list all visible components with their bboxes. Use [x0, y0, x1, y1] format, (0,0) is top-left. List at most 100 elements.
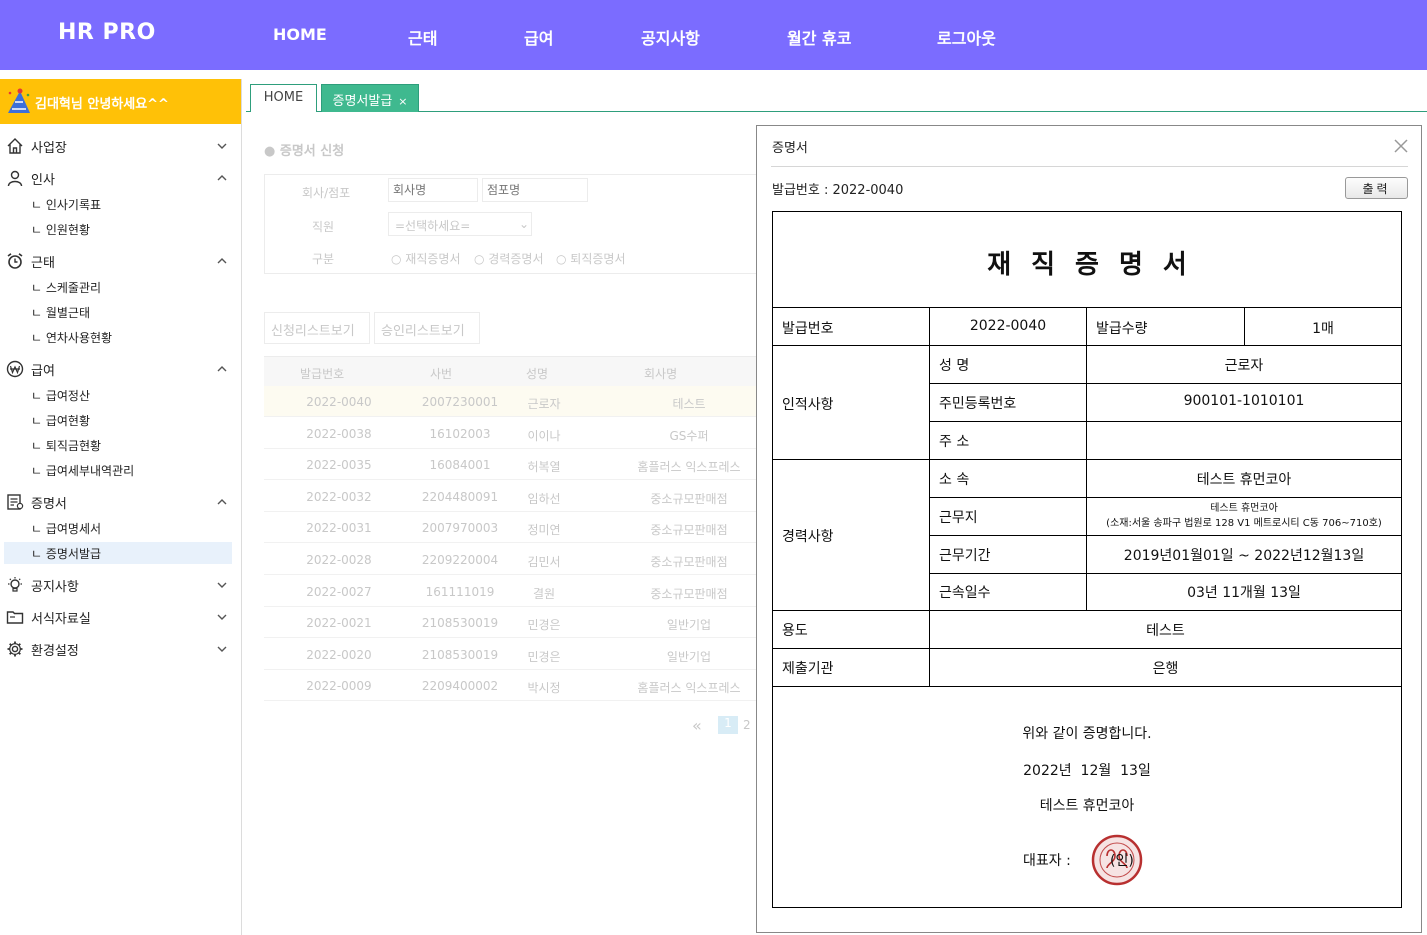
radio-retirement[interactable]: ○ 퇴직증명서: [556, 250, 626, 267]
table-row[interactable]: 2022-0031 2007970003 정미연 중소규모판매점: [264, 512, 764, 544]
issue-qty-label: 발급수량: [1096, 321, 1148, 337]
dept-value: 테스트 휴먼코아: [1196, 472, 1292, 488]
sidebar-menu-hr[interactable]: 인사: [0, 165, 242, 191]
sidebar-item-label: ㄴ 급여현황: [31, 414, 91, 428]
request-list-button[interactable]: 신청리스트보기: [264, 312, 370, 344]
sidebar-item-payroll-settlement[interactable]: ㄴ 급여정산: [0, 384, 242, 406]
sidebar-item-certificate-issue[interactable]: ㄴ 증명서발급: [4, 542, 232, 564]
table-cell: 민경은: [527, 649, 561, 664]
table-cell: 2209400002: [421, 679, 499, 694]
sidebar-menu-payroll[interactable]: 급여: [0, 356, 242, 382]
table-rule: [929, 573, 1401, 574]
sidebar-item-label: ㄴ 퇴직금현황: [31, 439, 102, 453]
table-cell: 테스트: [672, 397, 706, 411]
table-row[interactable]: 2022-0009 2209400002 박시정 홈플러스 익스프레스: [264, 670, 764, 702]
sidebar-item-label: ㄴ 증명서발급: [31, 547, 102, 561]
sidebar-item-headcount[interactable]: ㄴ 인원현황: [0, 218, 242, 240]
sidebar-menu-notice[interactable]: 공지사항: [0, 572, 242, 598]
table-cell: 16084001: [429, 458, 491, 473]
representative-label: 대표자 :: [1023, 853, 1071, 869]
close-icon[interactable]: [1393, 138, 1409, 154]
sidebar-item-monthly-attendance[interactable]: ㄴ 월별근태: [0, 301, 242, 323]
table-row[interactable]: 2022-0040 2007230001 근로자 테스트: [264, 386, 764, 417]
close-icon[interactable]: ×: [398, 95, 407, 108]
sidebar-item-hr-record[interactable]: ㄴ 인사기록표: [0, 193, 242, 215]
sidebar-menu-workplace[interactable]: 사업장: [0, 133, 242, 159]
table-cell: 이이나: [527, 428, 561, 443]
pagination-prev[interactable]: «: [692, 716, 702, 735]
certificate-icon: [7, 494, 24, 510]
purpose-label: 용도: [782, 623, 808, 639]
print-button[interactable]: 출력: [1345, 177, 1408, 199]
sidebar-menu-forms-library[interactable]: 서식자료실: [0, 604, 242, 630]
nav-home[interactable]: HOME: [273, 25, 327, 44]
tab-label: HOME: [263, 90, 304, 105]
sidebar-item-label: ㄴ 인원현황: [31, 223, 91, 237]
sidebar-item-severance[interactable]: ㄴ 퇴직금현황: [0, 434, 242, 456]
table-row[interactable]: 2022-0035 16084001 허복열 홈플러스 익스프레스: [264, 449, 764, 481]
radio-employment[interactable]: ○ 재직증명서: [391, 250, 461, 267]
column-header: 사번: [430, 367, 453, 381]
approval-list-button[interactable]: 승인리스트보기: [374, 312, 480, 344]
table-rule: [929, 421, 1401, 422]
table-row[interactable]: 2022-0021 2108530019 민경은 일반기업: [264, 607, 764, 639]
purpose-value: 테스트: [1146, 623, 1185, 639]
table-cell: 16102003: [429, 426, 491, 441]
nav-notice[interactable]: 공지사항: [641, 25, 700, 49]
button-label: 승인리스트보기: [381, 324, 465, 339]
radio-career[interactable]: ○ 경력증명서: [474, 250, 544, 267]
table-row[interactable]: 2022-0032 2204480091 임하선 중소규모판매점: [264, 481, 764, 512]
tab-certificate-issue[interactable]: 증명서발급 ×: [321, 84, 419, 112]
pagination-next[interactable]: 2: [743, 718, 751, 732]
sidebar-item-annual-leave[interactable]: ㄴ 연차사용현황: [0, 326, 242, 348]
sidebar-menu-label: 증명서: [31, 497, 67, 512]
sidebar-item-schedule[interactable]: ㄴ 스케줄관리: [0, 276, 242, 298]
table-cell: 2209220004: [421, 553, 499, 567]
tab-home[interactable]: HOME: [250, 84, 317, 112]
sidebar-menu-certificate[interactable]: 증명서: [0, 489, 242, 515]
table-row[interactable]: 2022-0020 2108530019 민경은 일반기업: [264, 639, 764, 670]
chevron-down-icon: [217, 582, 227, 588]
lightbulb-icon: [8, 577, 22, 592]
workplace-label: 근무지: [939, 510, 978, 526]
table-cell: 박시정: [527, 681, 561, 696]
radio-label: 경력증명서: [488, 252, 544, 266]
sidebar-item-label: ㄴ 연차사용현황: [31, 331, 113, 345]
table-row[interactable]: 2022-0038 16102003 이이나 GS수퍼: [264, 418, 764, 449]
table-rule: [773, 610, 1401, 611]
certificate-heading: 재직증명서: [987, 250, 1207, 280]
store-input[interactable]: [482, 178, 588, 202]
table-cell: 2022-0040: [306, 395, 372, 409]
table-cell: 일반기업: [666, 618, 712, 633]
label-type: 구분: [312, 252, 335, 266]
chevron-up-icon: [217, 175, 227, 181]
table-rule: [773, 307, 1401, 308]
sidebar-menu-settings[interactable]: 환경설정: [0, 636, 242, 662]
dept-label: 소 속: [939, 472, 970, 488]
table-cell: 허복열: [527, 460, 561, 475]
nav-logout[interactable]: 로그아웃: [937, 25, 996, 49]
name-value: 근로자: [1224, 358, 1264, 374]
sidebar-item-payroll-status[interactable]: ㄴ 급여현황: [0, 409, 242, 431]
nav-monthly-leave[interactable]: 월간 휴코: [787, 25, 851, 49]
table-cell: 2022-0038: [306, 426, 372, 441]
period-value: 2019년01월01일 ~ 2022년12월13일: [1123, 548, 1365, 564]
sidebar-item-payroll-detail[interactable]: ㄴ 급여세부내역관리: [0, 459, 242, 481]
staff-select[interactable]: =선택하세요= ⌄: [388, 212, 532, 236]
brand-logo[interactable]: HR PRO: [58, 20, 156, 45]
table-row[interactable]: 2022-0028 2209220004 김민서 중소규모판매점: [264, 544, 764, 575]
table-cell: GS수퍼: [669, 428, 709, 443]
table-cell: 근로자: [527, 397, 561, 411]
table-rule: [929, 497, 1401, 498]
sidebar-menu-label: 인사: [31, 173, 55, 188]
table-row[interactable]: 2022-0027 161111019 결원 중소규모판매점: [264, 576, 764, 607]
section-title: ● 증명서 신청: [264, 144, 345, 159]
sidebar-item-payslip[interactable]: ㄴ 급여명세서: [0, 517, 242, 539]
pagination-current[interactable]: 1: [718, 716, 738, 734]
sidebar-menu-attendance[interactable]: 근태: [0, 248, 242, 274]
greeting-text: 김대혁님 안녕하세요^^: [35, 97, 169, 112]
chevron-up-icon: [217, 499, 227, 505]
nav-attendance[interactable]: 근태: [408, 25, 437, 49]
nav-payroll[interactable]: 급여: [524, 25, 553, 49]
company-input[interactable]: [388, 178, 478, 202]
